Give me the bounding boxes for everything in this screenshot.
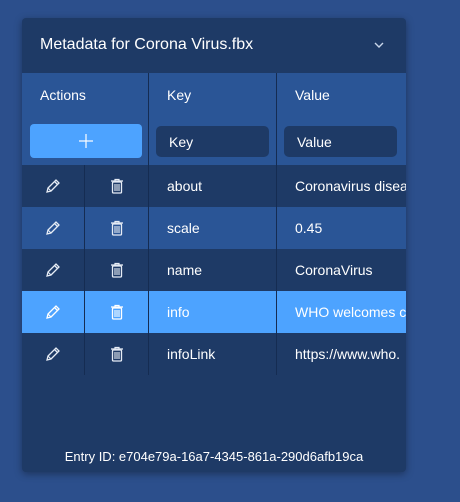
delete-cell: [85, 165, 149, 207]
delete-cell: [85, 207, 149, 249]
chevron-down-icon[interactable]: [370, 38, 388, 52]
pencil-icon[interactable]: [22, 165, 84, 207]
row-key: info: [149, 291, 277, 333]
trash-icon[interactable]: [85, 165, 148, 207]
row-key: about: [149, 165, 277, 207]
key-input-cell: [149, 118, 277, 165]
header-value: Value: [295, 87, 330, 103]
edit-cell: [22, 291, 85, 333]
trash-icon[interactable]: [85, 333, 148, 375]
row-value: CoronaVirus: [295, 262, 373, 278]
delete-cell: [85, 333, 149, 375]
entry-id: Entry ID: e704e79a-16a7-4345-861a-290d6a…: [64, 449, 364, 464]
trash-icon[interactable]: [85, 249, 148, 291]
table-row[interactable]: about Coronavirus disea: [22, 165, 406, 207]
edit-cell: [22, 207, 85, 249]
header-key: Key: [149, 73, 277, 118]
delete-cell: [85, 291, 149, 333]
table-row-selected[interactable]: info WHO welcomes c: [22, 291, 406, 333]
row-key: scale: [149, 207, 277, 249]
trash-icon[interactable]: [85, 207, 148, 249]
metadata-panel: Metadata for Corona Virus.fbx Actions Ke…: [22, 18, 406, 472]
row-key: infoLink: [149, 333, 277, 375]
panel-title: Metadata for Corona Virus.fbx: [40, 36, 254, 53]
table-row[interactable]: scale 0.45: [22, 207, 406, 249]
add-entry-button[interactable]: [30, 124, 142, 158]
edit-cell: [22, 333, 85, 375]
row-value: Coronavirus disea: [295, 178, 406, 194]
pencil-icon[interactable]: [22, 249, 84, 291]
pencil-icon[interactable]: [22, 333, 84, 375]
edit-cell: [22, 165, 85, 207]
row-value: https://www.who.: [295, 346, 401, 362]
delete-cell: [85, 249, 149, 291]
add-cell: [22, 118, 149, 165]
trash-icon[interactable]: [85, 291, 148, 333]
pencil-icon[interactable]: [22, 291, 84, 333]
row-value: WHO welcomes c: [295, 304, 406, 320]
plus-icon: [79, 134, 93, 148]
pencil-icon[interactable]: [22, 207, 84, 249]
value-input-cell: [277, 118, 406, 165]
table-row[interactable]: infoLink https://www.who.: [22, 333, 406, 375]
value-input[interactable]: [284, 126, 397, 157]
row-key: name: [149, 249, 277, 291]
new-entry-row: [22, 118, 406, 165]
table-header-row: Actions Key Value: [22, 73, 406, 118]
header-actions: Actions: [22, 73, 149, 118]
table-row[interactable]: name CoronaVirus: [22, 249, 406, 291]
edit-cell: [22, 249, 85, 291]
row-value: 0.45: [295, 220, 323, 236]
key-input[interactable]: [156, 126, 269, 157]
panel-header: Metadata for Corona Virus.fbx: [22, 18, 406, 73]
